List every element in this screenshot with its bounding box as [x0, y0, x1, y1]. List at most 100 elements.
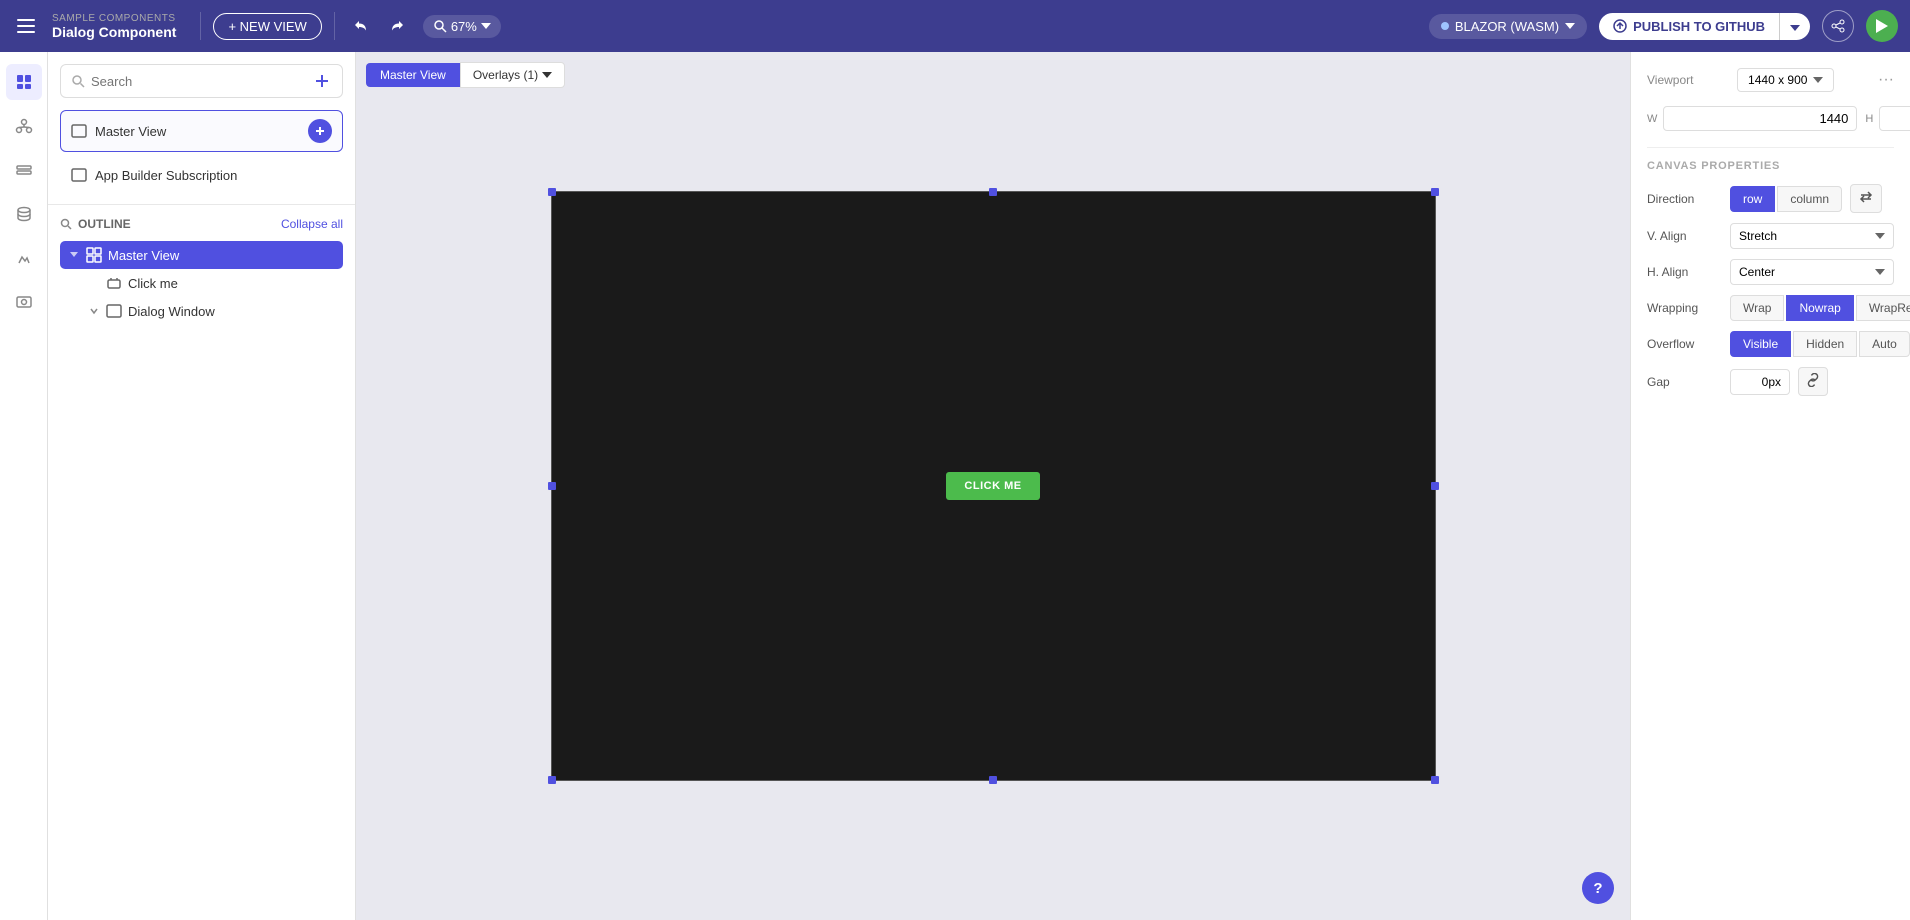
v-align-value: Stretch [1739, 229, 1777, 243]
clickme-component-icon [106, 275, 122, 291]
resize-handle-top-left[interactable] [548, 188, 556, 196]
icon-bar-preview[interactable] [6, 284, 42, 320]
outline-dialog-label: Dialog Window [128, 304, 335, 319]
viewport-label: Viewport [1647, 73, 1693, 87]
width-field: W [1647, 106, 1857, 131]
overflow-row: Overflow Visible Hidden Auto [1647, 331, 1894, 357]
link-icon [1806, 373, 1820, 387]
h-label: H [1865, 113, 1873, 125]
canvas-tab[interactable]: Master View [366, 63, 460, 87]
share-button[interactable] [1822, 10, 1854, 42]
canvas-frame: CLICK ME [551, 191, 1436, 781]
direction-column-button[interactable]: column [1777, 186, 1842, 212]
icon-bar [0, 52, 48, 920]
v-align-select[interactable]: Stretch [1730, 223, 1894, 249]
direction-row-button[interactable]: row [1730, 186, 1775, 212]
viewport-selector[interactable]: 1440 x 900 [1737, 68, 1834, 92]
w-input[interactable] [1663, 106, 1857, 131]
direction-swap-button[interactable] [1850, 184, 1882, 213]
outline-child-clickme-wrapper: Click me [60, 269, 343, 297]
view-item-page-icon [71, 123, 87, 139]
wrapre-button[interactable]: WrapRe... [1856, 295, 1910, 321]
collapse-all-button[interactable]: Collapse all [281, 217, 343, 231]
publish-label: PUBLISH TO GITHUB [1633, 19, 1765, 34]
view-item-appbuilder-label: App Builder Subscription [95, 168, 332, 183]
outline-master-view-label: Master View [108, 248, 335, 263]
search-row [60, 64, 343, 98]
viewport-row: Viewport 1440 x 900 ··· [1647, 68, 1894, 92]
publish-button[interactable]: PUBLISH TO GITHUB [1599, 13, 1779, 40]
wrap-button[interactable]: Wrap [1730, 295, 1784, 321]
canvas-topbar: Master View Overlays (1) [366, 62, 565, 88]
views-section: Master View App Builder Subscription [48, 52, 355, 205]
overflow-label: Overflow [1647, 337, 1722, 351]
view-item-master[interactable]: Master View [60, 110, 343, 152]
outline-search-icon [60, 218, 72, 230]
blazor-dot [1441, 22, 1449, 30]
resize-handle-bot-center[interactable] [989, 776, 997, 784]
outline-clickme-label: Click me [128, 276, 335, 291]
icon-bar-pages[interactable] [6, 64, 42, 100]
swap-icon [1859, 190, 1873, 204]
resize-handle-mid-left[interactable] [548, 482, 556, 490]
click-me-canvas-button[interactable]: CLICK ME [946, 472, 1039, 500]
undo-button[interactable] [347, 13, 373, 39]
view-item-appbuilder[interactable]: App Builder Subscription [60, 158, 343, 192]
resize-handle-top-right[interactable] [1431, 188, 1439, 196]
wh-row: W H [1647, 106, 1894, 131]
right-panel: Viewport 1440 x 900 ··· W H CANVAS PROPE… [1630, 52, 1910, 920]
h-align-select[interactable]: Center [1730, 259, 1894, 285]
menu-button[interactable] [12, 14, 40, 38]
gap-link-button[interactable] [1798, 367, 1828, 396]
h-align-dropdown-icon [1875, 269, 1885, 275]
redo-button[interactable] [385, 13, 411, 39]
resize-handle-bot-right[interactable] [1431, 776, 1439, 784]
divider-1 [1647, 147, 1894, 148]
outline-title-row: OUTLINE [60, 217, 131, 231]
add-view-icon-btn[interactable] [312, 71, 332, 91]
overflow-btn-group: Visible Hidden Auto [1730, 331, 1910, 357]
overflow-auto-button[interactable]: Auto [1859, 331, 1910, 357]
canvas-props-title: CANVAS PROPERTIES [1647, 160, 1894, 172]
resize-handle-top-center[interactable] [989, 188, 997, 196]
icon-bar-components[interactable] [6, 108, 42, 144]
blazor-selector[interactable]: BLAZOR (WASM) [1429, 14, 1587, 39]
outline-title-label: OUTLINE [78, 217, 131, 231]
v-align-row: V. Align Stretch [1647, 223, 1894, 249]
help-button[interactable]: ? [1582, 872, 1614, 904]
canvas-overlays[interactable]: Overlays (1) [460, 62, 565, 88]
search-input[interactable] [91, 74, 306, 89]
zoom-control[interactable]: 67% [423, 15, 501, 38]
v-align-label: V. Align [1647, 229, 1722, 243]
direction-label: Direction [1647, 192, 1722, 206]
overflow-hidden-button[interactable]: Hidden [1793, 331, 1857, 357]
canvas-area: Master View Overlays (1) CLICK ME ? [356, 52, 1630, 920]
resize-handle-mid-right[interactable] [1431, 482, 1439, 490]
view-item-add-button[interactable] [308, 119, 332, 143]
resize-handle-bot-left[interactable] [548, 776, 556, 784]
overflow-visible-button[interactable]: Visible [1730, 331, 1791, 357]
icon-bar-data[interactable] [6, 196, 42, 232]
icon-bar-events[interactable] [6, 240, 42, 276]
outline-item-dialog[interactable]: Dialog Window [80, 297, 343, 325]
app-titles: SAMPLE COMPONENTS Dialog Component [52, 13, 176, 40]
new-view-button[interactable]: + NEW VIEW [213, 13, 321, 40]
canvas-wrapper: CLICK ME [356, 52, 1630, 920]
gap-label: Gap [1647, 375, 1722, 389]
run-button[interactable] [1866, 10, 1898, 42]
outline-item-master-view[interactable]: Master View [60, 241, 343, 269]
gap-input[interactable] [1730, 369, 1790, 395]
overlays-dropdown-icon [542, 72, 552, 78]
nowrap-button[interactable]: Nowrap [1786, 295, 1853, 321]
left-panel: Master View App Builder Subscription [48, 52, 356, 920]
outline-section: OUTLINE Collapse all Master View [48, 205, 355, 920]
viewport-more-options[interactable]: ··· [1878, 71, 1894, 89]
publish-dropdown-button[interactable] [1779, 13, 1810, 40]
icon-bar-variables[interactable] [6, 152, 42, 188]
expand-icon [68, 249, 80, 261]
h-input[interactable] [1879, 106, 1910, 131]
dialog-page-icon [106, 303, 122, 319]
blazor-label: BLAZOR (WASM) [1455, 19, 1559, 34]
viewport-value-text: 1440 x 900 [1748, 73, 1807, 87]
outline-item-clickme[interactable]: Click me [80, 269, 343, 297]
